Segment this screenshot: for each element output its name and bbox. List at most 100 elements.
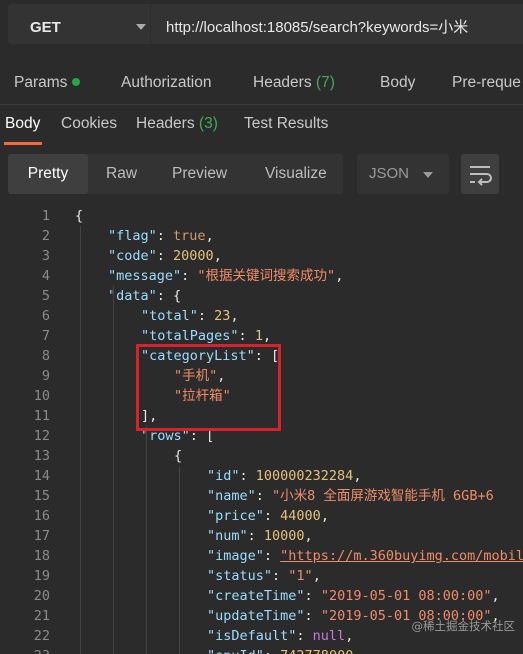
code-text: "totalPages": 1, [141, 326, 271, 346]
raw-button[interactable]: Raw [92, 154, 151, 194]
line-number: 7 [41, 328, 50, 344]
code-token: 100000232284 [255, 468, 354, 484]
visualize-button[interactable]: Visualize [251, 154, 341, 194]
code-token: "code" [108, 248, 157, 264]
code-token: : [197, 308, 215, 324]
tab-cookies[interactable]: Cookies [61, 115, 117, 133]
code-text: "id": 100000232284, [207, 466, 361, 486]
code-line: 15 "name": "小米8 全面屏游戏智能手机 6GB+6 [0, 486, 523, 506]
code-token: , [205, 228, 214, 244]
code-token: 20000 [173, 248, 214, 264]
code-token: : [255, 488, 273, 504]
code-token: : [156, 228, 174, 244]
tab-params-label: Params [14, 74, 68, 91]
line-number: 22 [33, 628, 50, 644]
response-tabs: Body Cookies Headers (3) Test Results [0, 104, 523, 145]
method-select[interactable]: GET [8, 4, 150, 44]
method-label: GET [30, 19, 61, 36]
code-text: "createTime": "2019-05-01 08:00:00", [207, 586, 500, 606]
code-token: , [230, 308, 239, 324]
code-text: "price": 44000, [207, 506, 329, 526]
code-token: "num" [207, 528, 248, 544]
code-text: "num": 10000, [207, 526, 313, 546]
code-token: "spuId" [207, 648, 264, 654]
annotation-highlight-box [136, 344, 281, 431]
line-number: 16 [33, 508, 50, 524]
code-token: "price" [207, 508, 264, 524]
line-number: 8 [41, 348, 50, 364]
indent-guide [80, 226, 81, 654]
code-token: , [320, 508, 329, 524]
code-token: { [174, 448, 183, 464]
code-token: true [173, 228, 206, 244]
active-tab-underline [4, 142, 42, 145]
tab-params[interactable]: Params [14, 74, 81, 92]
code-token: "data" [108, 288, 157, 304]
code-token: "1" [288, 568, 313, 584]
code-token: "根据关键词搜索成功" [197, 268, 336, 284]
pretty-button[interactable]: Pretty [8, 154, 88, 194]
code-token: "id" [207, 468, 240, 484]
code-text: "name": "小米8 全面屏游戏智能手机 6GB+6 [207, 486, 494, 506]
code-line: 1{ [0, 206, 523, 226]
code-token: : { [156, 288, 182, 304]
tab-response-body[interactable]: Body [5, 115, 40, 133]
tab-headers-label: Headers [253, 74, 312, 91]
chevron-down-icon [136, 24, 146, 30]
code-text: "code": 20000, [108, 246, 222, 266]
line-number: 14 [33, 468, 50, 484]
preview-button[interactable]: Preview [158, 154, 241, 194]
code-token: , [353, 468, 362, 484]
code-text: "image": "https://m.360buyimg.com/mobil [207, 546, 523, 566]
tab-response-headers[interactable]: Headers (3) [136, 115, 218, 133]
code-text: "flag": true, [108, 226, 214, 246]
code-token: , [312, 568, 321, 584]
code-token: 10000 [263, 528, 305, 544]
line-number: 17 [33, 528, 50, 544]
code-token: : [272, 568, 289, 584]
indent-guide [113, 286, 114, 654]
code-token: { [75, 208, 84, 224]
code-line: 7 "totalPages": 1, [0, 326, 523, 346]
code-token: "total" [141, 308, 198, 324]
wrap-lines-icon [470, 166, 492, 186]
code-token: : [296, 628, 313, 644]
code-token: 23 [214, 308, 231, 324]
tab-headers[interactable]: Headers (7) [253, 74, 335, 92]
wrap-lines-button[interactable] [461, 154, 499, 194]
view-mode-toolbar: Pretty Raw Preview Visualize [8, 154, 343, 194]
code-line: 13 { [0, 446, 523, 466]
tab-prerequest[interactable]: Pre-reque [452, 74, 521, 92]
code-line: 17 "num": 10000, [0, 526, 523, 546]
watermark: @稀土掘金技术社区 [411, 619, 516, 633]
code-token: , [345, 628, 354, 644]
line-number: 23 [0, 646, 50, 654]
line-number: 4 [41, 268, 50, 284]
code-line: 18 "image": "https://m.360buyimg.com/mobi… [0, 546, 523, 566]
code-token: : [181, 268, 198, 284]
tab-response-headers-count: (3) [198, 115, 218, 132]
request-tabs: Params Authorization Headers (7) Body Pr… [0, 66, 523, 100]
line-number: 20 [33, 588, 50, 604]
code-token: "小米8 全面屏游戏智能手机 6GB+6 [272, 488, 494, 504]
tab-body[interactable]: Body [380, 74, 415, 92]
format-label: JSON [369, 165, 410, 182]
code-token: : [239, 468, 256, 484]
format-select[interactable]: JSON [357, 154, 449, 194]
line-number: 5 [41, 288, 50, 304]
line-number: 9 [41, 368, 50, 384]
code-line: 2 "flag": true, [0, 226, 523, 246]
line-number: 15 [33, 488, 50, 504]
code-token: : [264, 648, 280, 654]
code-token: "2019-05-01 08:00:00" [320, 588, 492, 604]
code-text: { [174, 446, 182, 466]
line-number: 6 [41, 308, 50, 324]
code-token: "message" [108, 268, 182, 284]
chevron-down-icon [423, 172, 433, 178]
tab-test-results[interactable]: Test Results [244, 115, 328, 133]
tab-authorization[interactable]: Authorization [121, 74, 211, 92]
code-line: 20 "createTime": "2019-05-01 08:00:00", [0, 586, 523, 606]
code-token: 44000 [280, 508, 321, 524]
code-token: , [491, 588, 500, 604]
url-input[interactable]: http://localhost:18085/search?keywords=小… [151, 4, 523, 44]
